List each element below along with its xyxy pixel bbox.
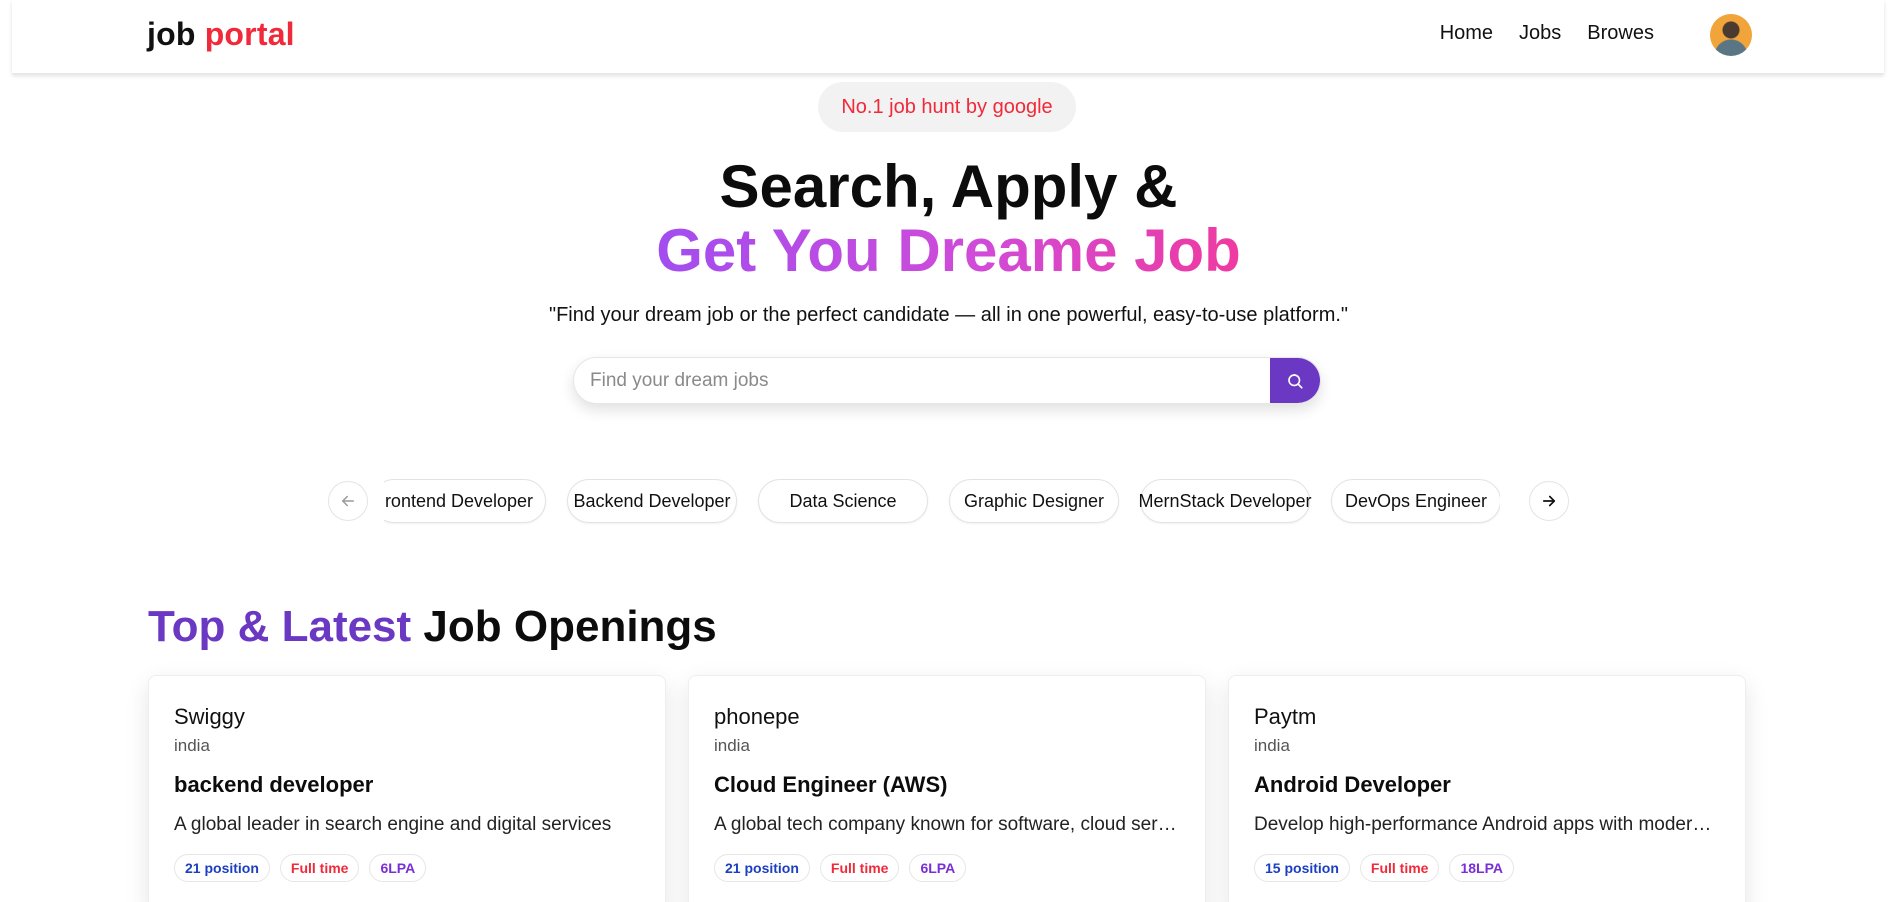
job-tags: 15 position Full time 18LPA bbox=[1254, 854, 1720, 882]
arrow-right-icon bbox=[1542, 495, 1556, 507]
nav-links: Home Jobs Browes bbox=[1440, 22, 1654, 45]
logo[interactable]: job portal bbox=[147, 16, 295, 53]
job-description: A global leader in search engine and dig… bbox=[174, 814, 612, 835]
job-type-badge: Full time bbox=[819, 854, 900, 882]
hero-title-line1: Search, Apply & bbox=[719, 153, 1178, 220]
carousel-next-button[interactable] bbox=[1529, 481, 1569, 521]
carousel-prev-button[interactable] bbox=[328, 481, 368, 521]
category-chip[interactable]: Data Science bbox=[758, 479, 928, 523]
search-icon bbox=[1288, 373, 1303, 389]
job-title: backend developer bbox=[174, 772, 374, 797]
job-description: Develop high-performance Android apps wi… bbox=[1254, 814, 1720, 835]
section-title-rest: Job Openings bbox=[423, 602, 717, 651]
job-positions-badge: 21 position bbox=[714, 854, 810, 882]
job-positions-badge: 21 position bbox=[174, 854, 270, 882]
job-title: Cloud Engineer (AWS) bbox=[714, 772, 948, 797]
job-type-badge: Full time bbox=[279, 854, 360, 882]
hero-badge: No.1 job hunt by google bbox=[818, 82, 1076, 132]
hero-title-gradient-text: Get You Dreame Job bbox=[656, 217, 1241, 284]
job-company: phonepe bbox=[714, 704, 800, 729]
job-location: india bbox=[714, 736, 750, 755]
job-tags: 21 position Full time 6LPA bbox=[714, 854, 1180, 882]
logo-part-portal: portal bbox=[204, 16, 295, 52]
category-chip[interactable]: Graphic Designer bbox=[949, 479, 1119, 523]
job-title: Android Developer bbox=[1254, 772, 1451, 797]
logo-part-job: job bbox=[147, 16, 196, 52]
nav-link-jobs[interactable]: Jobs bbox=[1519, 22, 1561, 45]
category-chip[interactable]: rontend Developer bbox=[384, 479, 546, 523]
nav-link-browse[interactable]: Browes bbox=[1587, 22, 1654, 45]
hero-title-line2: Get You Dreame Job bbox=[0, 216, 1897, 286]
arrow-left-icon bbox=[342, 495, 354, 507]
nav-link-home[interactable]: Home bbox=[1440, 22, 1493, 45]
category-carousel: rontend Developer Backend Developer Data… bbox=[384, 479, 1500, 525]
job-salary-badge: 18LPA bbox=[1449, 854, 1515, 882]
category-chip[interactable]: MernStack Developer bbox=[1138, 479, 1312, 523]
search-input[interactable] bbox=[574, 358, 1270, 403]
job-card[interactable]: Swiggy india backend developer A global … bbox=[148, 675, 666, 902]
job-company: Swiggy bbox=[174, 704, 245, 729]
search-button[interactable] bbox=[1270, 358, 1320, 403]
avatar[interactable] bbox=[1710, 14, 1752, 56]
section-title: Top & Latest Job Openings bbox=[148, 600, 717, 654]
job-location: india bbox=[174, 736, 210, 755]
search-bar bbox=[573, 357, 1321, 404]
category-chip[interactable]: Backend Developer bbox=[567, 479, 737, 523]
job-type-badge: Full time bbox=[1359, 854, 1440, 882]
job-salary-badge: 6LPA bbox=[909, 854, 967, 882]
job-tags: 21 position Full time 6LPA bbox=[174, 854, 640, 882]
job-description: A global tech company known for software… bbox=[714, 814, 1180, 835]
job-card[interactable]: Paytm india Android Developer Develop hi… bbox=[1228, 675, 1746, 902]
navbar: job portal Home Jobs Browes bbox=[12, 0, 1884, 74]
job-positions-badge: 15 position bbox=[1254, 854, 1350, 882]
job-company: Paytm bbox=[1254, 704, 1317, 729]
category-chip[interactable]: DevOps Engineer bbox=[1331, 479, 1500, 523]
section-title-accent: Top & Latest bbox=[148, 602, 412, 651]
job-salary-badge: 6LPA bbox=[369, 854, 427, 882]
job-location: india bbox=[1254, 736, 1290, 755]
job-card[interactable]: phonepe india Cloud Engineer (AWS) A glo… bbox=[688, 675, 1206, 902]
hero-subtitle: "Find your dream job or the perfect cand… bbox=[548, 304, 1349, 326]
